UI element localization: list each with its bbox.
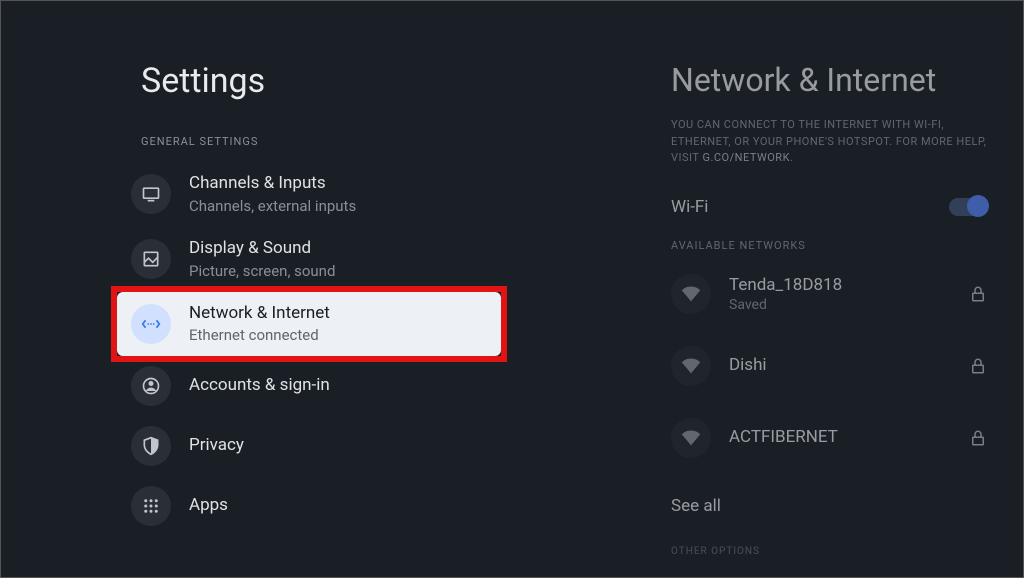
available-networks-header: AVAILABLE NETWORKS [671, 239, 987, 252]
sidebar-item-label: Apps [189, 494, 228, 518]
sidebar-item-privacy[interactable]: Privacy [131, 416, 601, 476]
wifi-label: Wi-Fi [671, 197, 708, 217]
wifi-toggle[interactable] [949, 198, 987, 216]
see-all-button[interactable]: See all [671, 474, 987, 538]
sidebar-item-sub: Ethernet connected [189, 325, 330, 346]
detail-description: YOU CAN CONNECT TO THE INTERNET WITH WI-… [671, 117, 987, 167]
wifi-icon [671, 418, 711, 458]
network-row[interactable]: Dishi [671, 330, 987, 402]
sidebar-item-channels[interactable]: Channels & Inputs Channels, external inp… [131, 162, 601, 227]
sidebar-item-sub: Channels, external inputs [189, 196, 356, 217]
lock-icon [969, 357, 987, 375]
apps-icon [131, 486, 171, 526]
network-row[interactable]: ACTFIBERNET [671, 402, 987, 474]
network-icon [131, 304, 171, 344]
sidebar-item-label: Network & Internet [189, 302, 330, 326]
sidebar-item-label: Accounts & sign-in [189, 374, 330, 398]
sidebar-item-display[interactable]: Display & Sound Picture, screen, sound [131, 227, 601, 292]
sidebar-item-sub: Picture, screen, sound [189, 261, 335, 282]
sidebar-item-apps[interactable]: Apps [131, 476, 601, 536]
network-sub: Saved [729, 297, 842, 313]
wifi-toggle-row[interactable]: Wi-Fi [671, 189, 987, 239]
detail-title: Network & Internet [671, 61, 987, 99]
network-name: ACTFIBERNET [729, 426, 838, 448]
help-link[interactable]: G.CO/NETWORK [702, 151, 790, 164]
settings-sidebar: Settings GENERAL SETTINGS Channels & Inp… [1, 1, 601, 577]
network-name: Tenda_18D818 [729, 274, 842, 296]
page-title: Settings [141, 61, 601, 101]
general-settings-header: GENERAL SETTINGS [141, 135, 601, 148]
account-icon [131, 366, 171, 406]
tv-icon [131, 174, 171, 214]
sidebar-item-label: Channels & Inputs [189, 172, 356, 196]
sidebar-item-network[interactable]: Network & Internet Ethernet connected [117, 292, 501, 357]
lock-icon [969, 429, 987, 447]
wifi-icon [671, 346, 711, 386]
sidebar-item-accounts[interactable]: Accounts & sign-in [131, 356, 601, 416]
wifi-icon [671, 274, 711, 314]
other-options-header: OTHER OPTIONS [671, 546, 987, 557]
detail-panel: Network & Internet YOU CAN CONNECT TO TH… [601, 1, 1023, 577]
image-icon [131, 239, 171, 279]
network-row[interactable]: Tenda_18D818 Saved [671, 258, 987, 330]
sidebar-item-label: Display & Sound [189, 237, 335, 261]
lock-icon [969, 285, 987, 303]
network-name: Dishi [729, 354, 767, 376]
sidebar-item-label: Privacy [189, 434, 244, 458]
shield-icon [131, 426, 171, 466]
